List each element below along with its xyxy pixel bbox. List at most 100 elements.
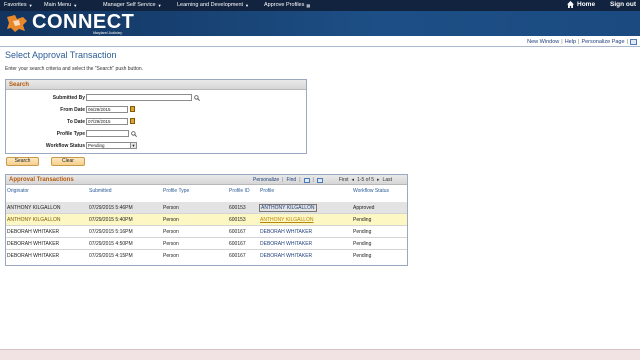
col-originator[interactable]: Originator: [7, 188, 29, 194]
home-link[interactable]: Home: [567, 1, 595, 8]
header-links: New Window | Help | Personalize Page |: [527, 39, 637, 45]
cell-profile-type: Person: [163, 241, 179, 247]
cell-originator: ANTHONY KILGALLON: [7, 205, 61, 211]
cell-originator: ANTHONY KILGALLON: [7, 217, 61, 223]
cell-originator: DEBORAH WHITAKER: [7, 253, 60, 259]
cell-workflow-status: Pending: [353, 241, 372, 247]
menu-learning-and-development[interactable]: Learning and Development ▼: [177, 2, 249, 8]
from-date-label: From Date: [60, 107, 85, 113]
workflow-status-value: Pending: [88, 143, 105, 148]
search-button[interactable]: Search: [6, 157, 39, 166]
menu-favorites[interactable]: Favorites ▼: [4, 2, 33, 8]
cell-submitted: 07/29/2015 5:16PM: [89, 229, 133, 235]
logo-text: CONNECT: [32, 11, 135, 33]
help-link[interactable]: Help: [565, 39, 576, 45]
search-panel: Search Submitted By From Date 06/29/2015…: [5, 79, 307, 154]
cell-workflow-status: Pending: [353, 253, 372, 259]
cell-submitted: 07/29/2015 5:40PM: [89, 217, 133, 223]
menu-manager-self-service-label: Manager Self Service: [103, 2, 156, 8]
find-link[interactable]: Find: [286, 177, 296, 183]
chevron-down-icon: ▼: [130, 143, 136, 148]
col-profile[interactable]: Profile: [260, 188, 274, 194]
cell-submitted: 07/29/2015 4:50PM: [89, 241, 133, 247]
first-link[interactable]: First: [339, 177, 349, 183]
grid-title: Approval Transactions: [9, 177, 74, 183]
page-layout-icon[interactable]: [630, 39, 637, 45]
approval-transactions-grid: Approval Transactions Personalize | Find…: [5, 174, 408, 266]
cell-workflow-status: Approved: [353, 205, 375, 211]
menu-approve-profiles[interactable]: Approve Profiles ▦: [264, 2, 310, 8]
cell-originator: DEBORAH WHITAKER: [7, 229, 60, 235]
cell-submitted: 07/29/2015 4:15PM: [89, 253, 133, 259]
cell-profile-id: 600153: [229, 205, 246, 211]
chevron-down-icon: ▼: [245, 2, 250, 8]
submitted-by-input[interactable]: [86, 94, 192, 101]
next-arrow-icon[interactable]: ▸: [377, 177, 380, 183]
col-submitted[interactable]: Submitted: [89, 188, 112, 194]
cell-submitted: 07/29/2015 5:46PM: [89, 205, 133, 211]
grid-toolbar: Personalize | Find | | First ◂ 1-5 of 5 …: [253, 177, 392, 183]
cell-originator: DEBORAH WHITAKER: [7, 241, 60, 247]
personalize-page-link[interactable]: Personalize Page: [581, 39, 624, 45]
cell-profile-id: 600167: [229, 229, 246, 235]
sign-out-label: Sign out: [610, 1, 636, 8]
prev-arrow-icon[interactable]: ◂: [352, 177, 355, 183]
clear-button[interactable]: Clear: [51, 157, 85, 166]
download-icon[interactable]: [316, 177, 323, 183]
calendar-icon[interactable]: [130, 118, 135, 124]
separator: |: [312, 177, 314, 183]
table-row[interactable]: DEBORAH WHITAKER 07/29/2015 4:15PM Perso…: [6, 250, 407, 262]
col-profile-id[interactable]: Profile ID: [229, 188, 250, 194]
lookup-magnifier-icon[interactable]: [131, 131, 137, 137]
cell-profile-type: Person: [163, 253, 179, 259]
cell-profile-id: 600167: [229, 241, 246, 247]
profile-type-label: Profile Type: [56, 131, 85, 137]
lookup-magnifier-icon[interactable]: [194, 95, 200, 101]
table-row[interactable]: ANTHONY KILGALLON 07/29/2015 5:46PM Pers…: [6, 202, 407, 214]
instructions-text: Enter your search criteria and select th…: [5, 66, 144, 72]
calendar-icon[interactable]: [130, 106, 135, 112]
new-window-link[interactable]: New Window: [527, 39, 559, 45]
top-nav-bar: Favorites ▼ Main Menu ▼ Manager Self Servi…: [0, 0, 640, 11]
profile-type-input[interactable]: [86, 130, 129, 137]
table-row[interactable]: DEBORAH WHITAKER 07/29/2015 4:50PM Perso…: [6, 238, 407, 250]
last-link[interactable]: Last: [383, 177, 392, 183]
page-title: Select Approval Transaction: [5, 50, 117, 60]
menu-manager-self-service[interactable]: Manager Self Service ▼: [103, 2, 162, 8]
home-icon: [567, 1, 574, 8]
personalize-link[interactable]: Personalize: [253, 177, 279, 183]
table-row[interactable]: ANTHONY KILGALLON 07/29/2015 5:40PM Pers…: [6, 214, 407, 226]
chevron-down-icon: ▼: [28, 2, 33, 8]
col-profile-type[interactable]: Profile Type: [163, 188, 189, 194]
cell-profile-type: Person: [163, 229, 179, 235]
profile-link[interactable]: DEBORAH WHITAKER: [260, 229, 312, 235]
view-all-icon[interactable]: [303, 177, 310, 183]
menu-main-menu-label: Main Menu: [44, 2, 72, 8]
profile-link[interactable]: ANTHONY KILGALLON: [260, 217, 314, 223]
profile-link[interactable]: DEBORAH WHITAKER: [260, 241, 312, 247]
menu-learning-and-development-label: Learning and Development: [177, 2, 244, 8]
menu-main-menu[interactable]: Main Menu ▼: [44, 2, 77, 8]
profile-link[interactable]: ANTHONY KILGALLON: [259, 204, 317, 212]
col-workflow-status[interactable]: Workflow Status: [353, 188, 389, 194]
maryland-map-logo-icon: [7, 15, 27, 32]
from-date-input[interactable]: 06/29/2015: [86, 106, 128, 113]
separator: |: [299, 177, 301, 183]
to-date-input[interactable]: 07/29/2015: [86, 118, 128, 125]
submitted-by-label: Submitted By: [52, 95, 85, 101]
workflow-status-select[interactable]: Pending ▼: [86, 142, 137, 149]
table-row[interactable]: DEBORAH WHITAKER 07/29/2015 5:16PM Perso…: [6, 226, 407, 238]
sign-out-link[interactable]: Sign out: [610, 1, 636, 8]
profile-link[interactable]: DEBORAH WHITAKER: [260, 253, 312, 259]
cell-profile-type: Person: [163, 217, 179, 223]
workflow-status-label: Workflow Status: [45, 143, 85, 149]
banner: CONNECT Maryland Judiciary: [0, 11, 640, 36]
separator: |: [282, 177, 284, 183]
separator: |: [626, 39, 628, 45]
to-date-label: To Date: [67, 119, 85, 125]
separator: |: [578, 39, 580, 45]
search-panel-title: Search: [6, 80, 306, 90]
page-range: 1-5 of 5: [357, 177, 375, 183]
chevron-down-icon: ▼: [157, 2, 162, 8]
cell-profile-id: 600153: [229, 217, 246, 223]
